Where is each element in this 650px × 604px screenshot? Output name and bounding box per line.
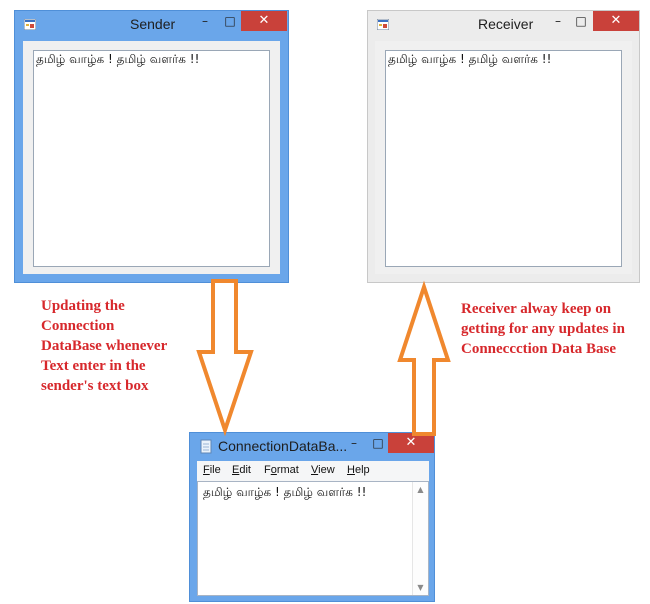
caption-line: Receiver alway keep on [461, 301, 612, 317]
up-arrow-icon [397, 280, 451, 436]
sender-update-caption: Updating the Connection DataBase wheneve… [41, 296, 167, 396]
caption-line: DataBase whenever [41, 338, 168, 354]
down-arrow-icon [196, 279, 254, 437]
caption-line: Conneccction Data Base [461, 341, 616, 357]
caption-line: getting for any updates in [461, 321, 625, 337]
receiver-poll-caption: Receiver alway keep on getting for any u… [461, 299, 625, 359]
caption-line: Connection [41, 318, 115, 334]
caption-line: sender's text box [41, 378, 149, 394]
caption-line: Updating the [41, 298, 125, 314]
caption-line: Text enter in the [41, 358, 146, 374]
